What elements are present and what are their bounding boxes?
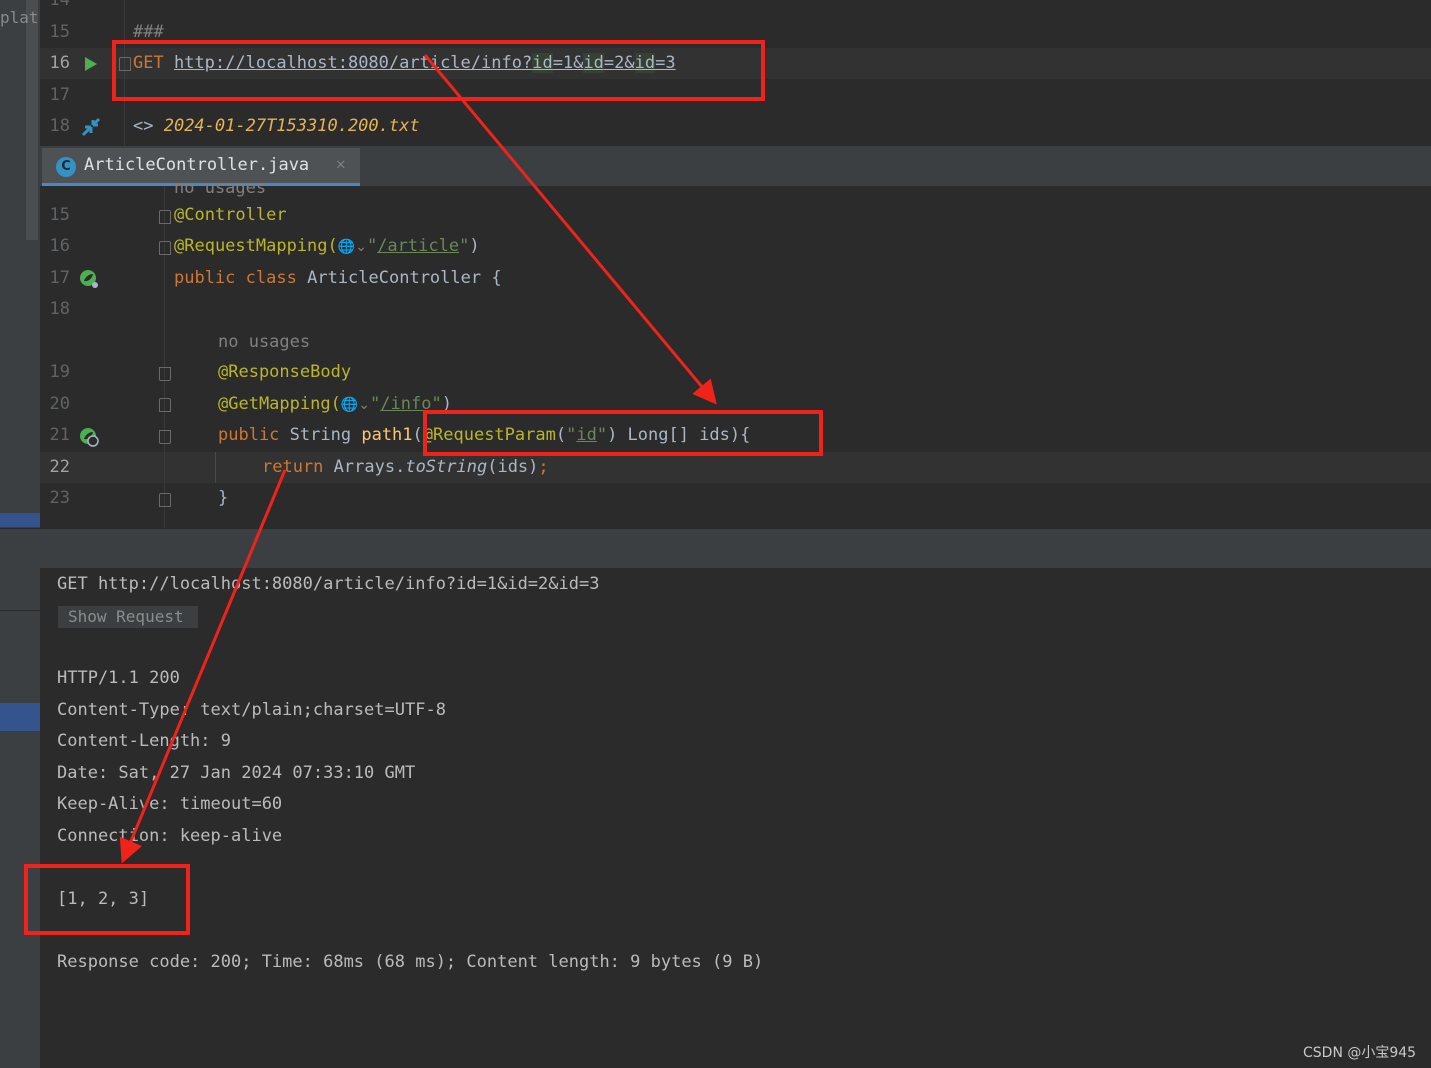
annotation-arrows <box>119 54 717 864</box>
watermark: CSDN @小宝945 <box>1303 1045 1417 1061</box>
arrow-to-requestparam <box>423 54 717 405</box>
arrow-to-result <box>119 469 287 864</box>
